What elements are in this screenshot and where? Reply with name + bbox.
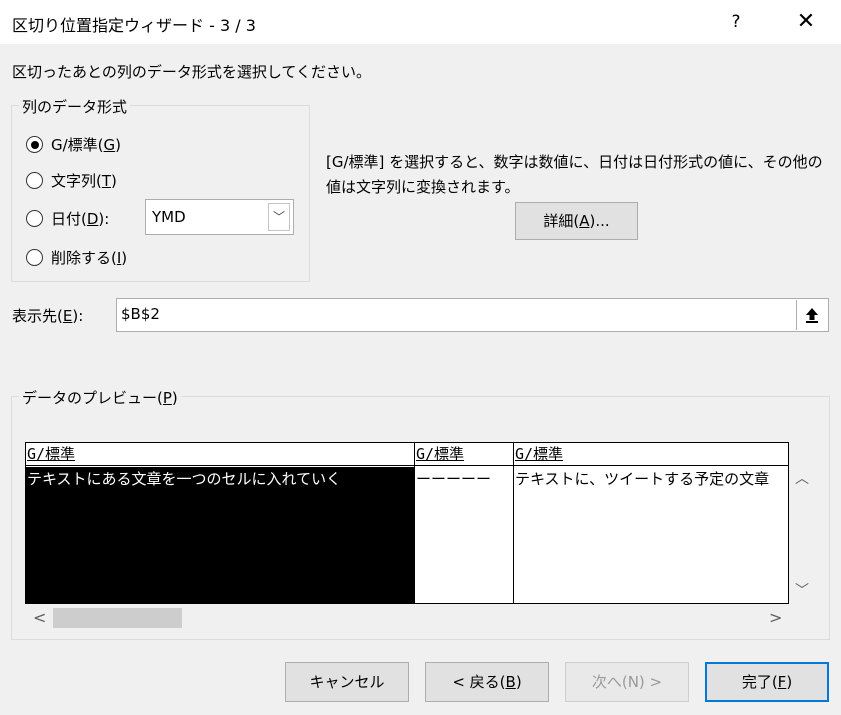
- horizontal-scrollbar[interactable]: < >: [25, 604, 789, 630]
- scroll-left-icon[interactable]: <: [33, 608, 46, 627]
- vertical-scrollbar[interactable]: ︿ ﹀: [789, 442, 815, 604]
- format-description: [G/標準] を選択すると、数字は数値に、日付は日付形式の値に、その他の値は文字…: [326, 153, 823, 196]
- window-title: 区切り位置指定ウィザード - 3 / 3: [12, 16, 256, 35]
- preview-column-2[interactable]: G/標準 ーーーーー: [415, 443, 513, 603]
- destination-label: 表示先(E):: [12, 307, 84, 325]
- radio-text[interactable]: 文字列(T): [26, 170, 117, 191]
- finish-button[interactable]: 完了(F): [705, 662, 829, 702]
- cancel-button[interactable]: キャンセル: [285, 662, 409, 702]
- horizontal-scroll-thumb[interactable]: [53, 608, 182, 628]
- preview-column-1[interactable]: G/標準 テキストにある文章を一つのセルに入れていく: [26, 443, 414, 603]
- format-group-title: 列のデータ形式: [19, 96, 131, 117]
- close-button[interactable]: ✕: [783, 2, 829, 42]
- preview-column-3[interactable]: G/標準 テキストに、ツイートする予定の文章: [514, 443, 788, 603]
- preview-cell: テキストにある文章を一つのセルに入れていく: [26, 467, 414, 603]
- destination-input[interactable]: $B$2: [116, 298, 829, 332]
- radio-button-text[interactable]: [26, 172, 43, 189]
- preview-cell: ーーーーー: [416, 470, 492, 488]
- date-format-value: YMD: [152, 208, 186, 226]
- scroll-right-icon[interactable]: >: [769, 608, 782, 627]
- preview-group-title: データのプレビュー(P): [19, 387, 181, 408]
- title-bar: 区切り位置指定ウィザード - 3 / 3 ? ✕: [0, 0, 841, 44]
- preview-column-header: G/標準: [26, 443, 414, 466]
- destination-value: $B$2: [121, 305, 160, 323]
- preview-column-header: G/標準: [415, 443, 513, 466]
- radio-general[interactable]: G/標準(G): [26, 134, 121, 155]
- detail-button[interactable]: 詳細(A)...: [515, 202, 638, 240]
- radio-button-date[interactable]: [26, 210, 43, 227]
- preview-table[interactable]: G/標準 テキストにある文章を一つのセルに入れていく G/標準 ーーーーー G/…: [25, 442, 789, 604]
- date-format-select[interactable]: YMD ﹀: [145, 199, 294, 235]
- preview-column-header: G/標準: [514, 443, 788, 466]
- scroll-down-icon[interactable]: ﹀: [795, 580, 809, 600]
- radio-button-general[interactable]: [26, 136, 43, 153]
- radio-skip-label: 削除する(I): [51, 249, 128, 267]
- chevron-down-icon[interactable]: ﹀: [268, 203, 290, 231]
- radio-text-label: 文字列(T): [51, 172, 117, 190]
- radio-date-label: 日付(D):: [51, 210, 110, 228]
- radio-button-skip[interactable]: [26, 249, 43, 266]
- radio-date[interactable]: 日付(D):: [26, 208, 109, 229]
- preview-cell: テキストに、ツイートする予定の文章: [515, 470, 770, 488]
- instruction-text: 区切ったあとの列のデータ形式を選択してください。: [12, 63, 371, 81]
- help-button[interactable]: ?: [716, 2, 756, 42]
- scroll-up-icon[interactable]: ︿: [795, 468, 809, 488]
- back-button[interactable]: < 戻る(B): [425, 662, 549, 702]
- radio-general-label: G/標準(G): [51, 136, 122, 154]
- next-button[interactable]: 次へ(N) >: [565, 662, 689, 702]
- radio-skip[interactable]: 削除する(I): [26, 247, 127, 268]
- collapse-dialog-icon[interactable]: [796, 300, 827, 330]
